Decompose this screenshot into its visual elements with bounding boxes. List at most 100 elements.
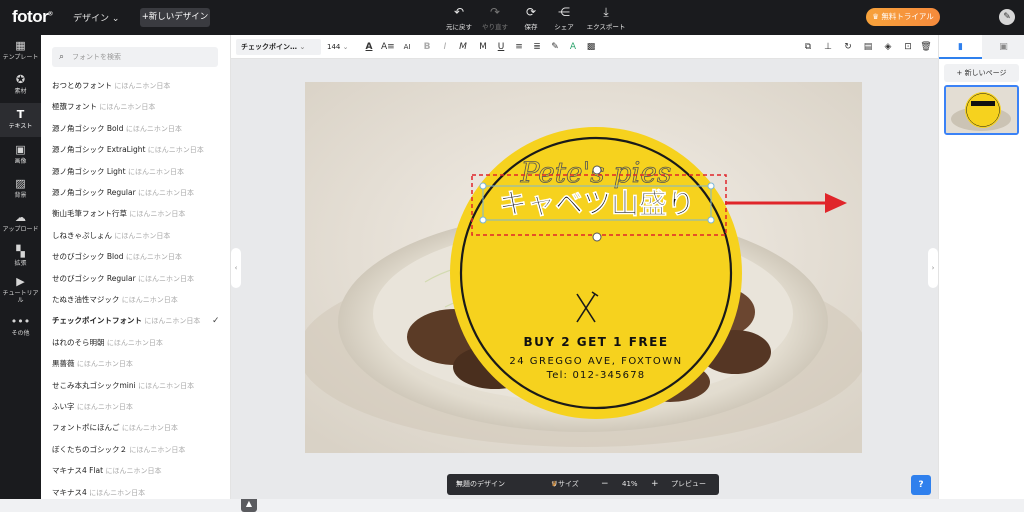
font-list-item[interactable]: せのびゴシック Regular にほんニホン日本 [52, 270, 222, 288]
font-list-item[interactable]: せのびゴシック Blod にほんニホン日本 [52, 248, 222, 266]
rotate-handle[interactable] [592, 165, 602, 175]
nav-background[interactable]: ▨ 背景 [0, 177, 41, 205]
nav-apps[interactable]: ▚ 拡張 [0, 245, 41, 273]
apps-icon: ▚ [16, 245, 25, 258]
chevron-down-icon: ⌄ [299, 43, 306, 51]
font-list-item[interactable]: 源ノ角ゴシック Bold にほんニホン日本 [52, 120, 222, 138]
uppercase-icon[interactable]: M [477, 40, 489, 54]
font-name: ぼくたちのゴシック２ [52, 444, 127, 454]
address-text[interactable]: 24 GREGGO AVE, FOXTOWN [509, 356, 682, 367]
headline-text[interactable]: キャベツ山盛り [499, 187, 696, 221]
lock-icon[interactable]: ⊡ [902, 40, 914, 54]
save-button[interactable]: ⟳ 保存 [514, 5, 548, 31]
image-icon: ▣ [999, 42, 1008, 52]
thumbnail-preview [946, 87, 1017, 133]
chevron-down-icon: ⌄ [111, 14, 120, 24]
underline-icon[interactable]: U [495, 40, 507, 54]
highlight-icon[interactable]: ✎ [549, 40, 561, 54]
add-page-button[interactable]: + 新しいページ [944, 64, 1019, 82]
export-button[interactable]: ⤓ エクスポート [583, 5, 629, 31]
font-family-select[interactable]: チェックポイン… ⌄ [236, 39, 321, 55]
font-preview: にほんニホン日本 [144, 317, 201, 326]
fotor-logo[interactable]: fotor® [12, 7, 53, 27]
nav-upload[interactable]: ☁ アップロード [0, 211, 41, 239]
font-list-item[interactable]: 源ノ角ゴシック Regular にほんニホン日本 [52, 184, 222, 202]
chevron-down-icon: ⌄ [342, 43, 349, 51]
save-icon: ⟳ [525, 5, 537, 19]
font-list-item[interactable]: ぼくたちのゴシック２ にほんニホン日本 [52, 441, 222, 459]
transparency-icon[interactable]: ▩ [585, 40, 597, 54]
page-thumbnail[interactable] [944, 85, 1019, 135]
font-name: しねきゃぷしょん [52, 230, 112, 240]
font-list-item[interactable]: おつとめフォント にほんニホン日本 [52, 77, 222, 95]
text-gradient-icon[interactable]: A [567, 40, 579, 54]
align-icon[interactable]: ≡ [513, 40, 525, 54]
zoom-level[interactable]: 41% [622, 474, 638, 495]
redo-label: やり直す [482, 23, 508, 31]
preview-button[interactable]: プレビュー [671, 474, 706, 495]
layers-icon[interactable]: ◈ [882, 40, 894, 54]
help-button[interactable]: ? [911, 475, 931, 495]
font-list-item[interactable]: 黒薔薇 にほんニホン日本 [52, 355, 222, 373]
text-color-icon[interactable]: A [363, 40, 375, 54]
bold-icon[interactable]: B [421, 40, 433, 54]
font-preview: にほんニホン日本 [138, 189, 195, 197]
rotate-icon[interactable]: ↻ [842, 40, 854, 54]
nav-tutorial[interactable]: ▶ チュートリアル [0, 275, 41, 309]
font-list-item[interactable]: チェックポイントフォント にほんニホン日本 ✓ [52, 312, 222, 330]
tab-pages[interactable]: ▮ [939, 35, 982, 59]
page-icon: ▮ [958, 42, 963, 52]
tab-layers[interactable]: ▣ [982, 35, 1024, 59]
delete-icon[interactable]: 🗑 [920, 40, 932, 54]
font-list-item[interactable]: 極籏フォント にほんニホン日本 [52, 98, 222, 116]
font-panel: ⌕ フォントを検索 おつとめフォント にほんニホン日本 極籏フォント にほんニホン… [41, 35, 257, 512]
left-panel-toggle[interactable]: ‹ [231, 248, 241, 288]
nav-image[interactable]: ▣ 画像 [0, 143, 41, 171]
resize-handle[interactable] [707, 182, 715, 190]
font-list-item[interactable]: 源ノ角ゴシック Light にほんニホン日本 [52, 163, 222, 181]
promo-text[interactable]: BUY 2 GET 1 FREE [523, 335, 668, 349]
new-design-button[interactable]: +新しいデザイン [140, 8, 210, 27]
italic-style-icon[interactable]: M [457, 40, 469, 54]
redo-button[interactable]: ↷ やり直す [478, 5, 512, 31]
nav-template[interactable]: ▦ テンプレート [0, 39, 41, 67]
font-list-item[interactable]: せこみ本丸ゴシックmini にほんニホン日本 [52, 377, 222, 395]
move-handle[interactable] [592, 232, 602, 242]
resize-handle[interactable] [479, 182, 487, 190]
resize-handle[interactable] [707, 216, 715, 224]
font-list-item[interactable]: ふい字 にほんニホン日本 [52, 398, 222, 416]
phone-text[interactable]: Tel: 012-345678 [546, 370, 646, 381]
free-trial-button[interactable]: ♛ 無料トライアル [866, 8, 940, 26]
logo-text: fotor [12, 7, 49, 26]
font-list-item[interactable]: たぬき油性マジック にほんニホン日本 [52, 291, 222, 309]
avatar[interactable]: ✎ [999, 9, 1015, 25]
nav-more[interactable]: ••• その他 [0, 315, 41, 343]
font-list-item[interactable]: フォントポにほんご にほんニホン日本 [52, 419, 222, 437]
font-list-item[interactable]: 源ノ角ゴシック ExtraLight にほんニホン日本 [52, 141, 222, 159]
right-panel-toggle[interactable]: › [928, 248, 938, 288]
font-list-item[interactable]: はれのそら明朝 にほんニホン日本 [52, 334, 222, 352]
design-menu[interactable]: デザイン ⌄ [73, 11, 119, 24]
stamp-icon[interactable]: ⊥ [822, 40, 834, 54]
duplicate-icon[interactable]: ⧉ [802, 40, 814, 54]
share-button[interactable]: ⋲ シェア [547, 5, 581, 31]
font-list-item[interactable]: 衡山毛筆フォント行草 にほんニホン日本 [52, 205, 222, 223]
nav-image-label: 画像 [14, 158, 27, 165]
zoom-out-button[interactable]: − [601, 474, 609, 495]
text-effect-icon[interactable]: A≡ [381, 40, 395, 54]
align-objects-icon[interactable]: ▤ [862, 40, 874, 54]
nav-text[interactable]: T テキスト [0, 103, 41, 137]
undo-button[interactable]: ↶ 元に戻す [442, 5, 476, 31]
font-list-item[interactable]: マキナス4 Flat にほんニホン日本 [52, 462, 222, 480]
font-size-adjust-icon[interactable]: AI [401, 40, 413, 54]
nav-material[interactable]: ✪ 素材 [0, 73, 41, 101]
font-search-input[interactable]: ⌕ フォントを検索 [52, 47, 218, 67]
font-list-item[interactable]: しねきゃぷしょん にほんニホン日本 [52, 227, 222, 245]
font-size-select[interactable]: 144 ⌄ [327, 39, 355, 55]
zoom-in-button[interactable]: + [651, 474, 659, 495]
italic-icon[interactable]: I [439, 40, 451, 54]
spacing-icon[interactable]: ≣ [531, 40, 543, 54]
design-canvas[interactable]: Pete's pies キャベツ山盛り BUY 2 GET 1 FREE 24 … [305, 82, 862, 453]
search-placeholder: フォントを検索 [72, 53, 121, 61]
resize-handle[interactable] [479, 216, 487, 224]
